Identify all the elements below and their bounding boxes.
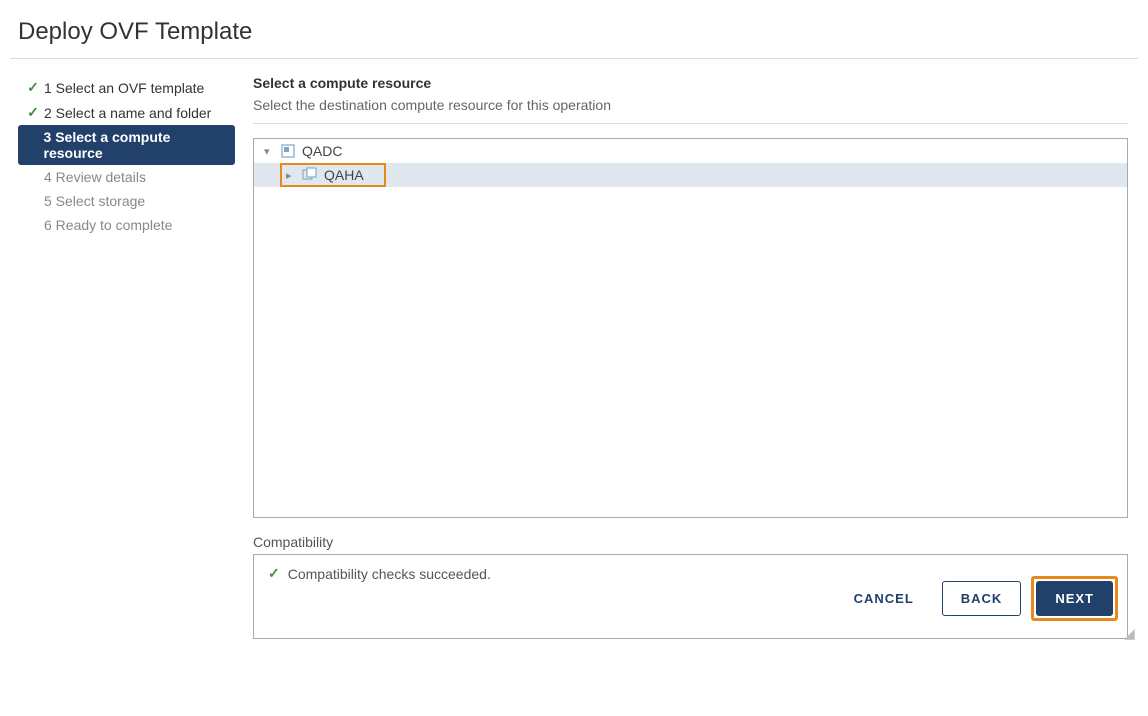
step-select-compute[interactable]: 3 Select a compute resource [18,125,235,165]
tree-row-cluster[interactable]: ▸ QAHA [254,163,1127,187]
resize-handle-icon[interactable]: ◢ [1124,625,1136,637]
step-label: 1 Select an OVF template [44,80,204,96]
tree-row-datacenter[interactable]: ▾ QADC [254,139,1127,163]
step-ready-complete: 6 Ready to complete [18,213,235,237]
step-label: 5 Select storage [44,193,145,209]
compute-resource-tree[interactable]: ▾ QADC ▸ QAHA [253,138,1128,518]
compatibility-message: Compatibility checks succeeded. [288,566,491,582]
wizard-steps: ✓ 1 Select an OVF template ✓ 2 Select a … [10,75,235,639]
panel-subtitle: Select the destination compute resource … [253,97,1128,124]
checkmark-icon: ✓ [26,104,40,121]
panel-title: Select a compute resource [253,75,1128,91]
step-label: 4 Review details [44,169,146,185]
checkmark-icon: ✓ [26,79,40,96]
tree-node-label: QAHA [324,167,364,183]
wizard-title: Deploy OVF Template [10,10,1138,59]
step-label: 6 Ready to complete [44,217,172,233]
step-select-name-folder[interactable]: ✓ 2 Select a name and folder [18,100,235,125]
checkmark-icon: ✓ [268,565,280,582]
step-review-details: 4 Review details [18,165,235,189]
wizard-footer: CANCEL BACK NEXT [836,576,1118,621]
next-button-highlight: NEXT [1031,576,1118,621]
step-label: 2 Select a name and folder [44,105,211,121]
chevron-right-icon[interactable]: ▸ [286,169,300,182]
chevron-down-icon[interactable]: ▾ [264,145,278,158]
step-select-storage: 5 Select storage [18,189,235,213]
selection-highlight: ▸ QAHA [280,163,386,187]
compatibility-label: Compatibility [253,534,1128,550]
back-button[interactable]: BACK [942,581,1022,616]
datacenter-icon [280,143,296,159]
cluster-icon [302,167,318,183]
next-button[interactable]: NEXT [1036,581,1113,616]
step-select-ovf[interactable]: ✓ 1 Select an OVF template [18,75,235,100]
step-label: 3 Select a compute resource [44,129,227,161]
cancel-button[interactable]: CANCEL [836,582,932,615]
tree-node-label: QADC [302,143,342,159]
